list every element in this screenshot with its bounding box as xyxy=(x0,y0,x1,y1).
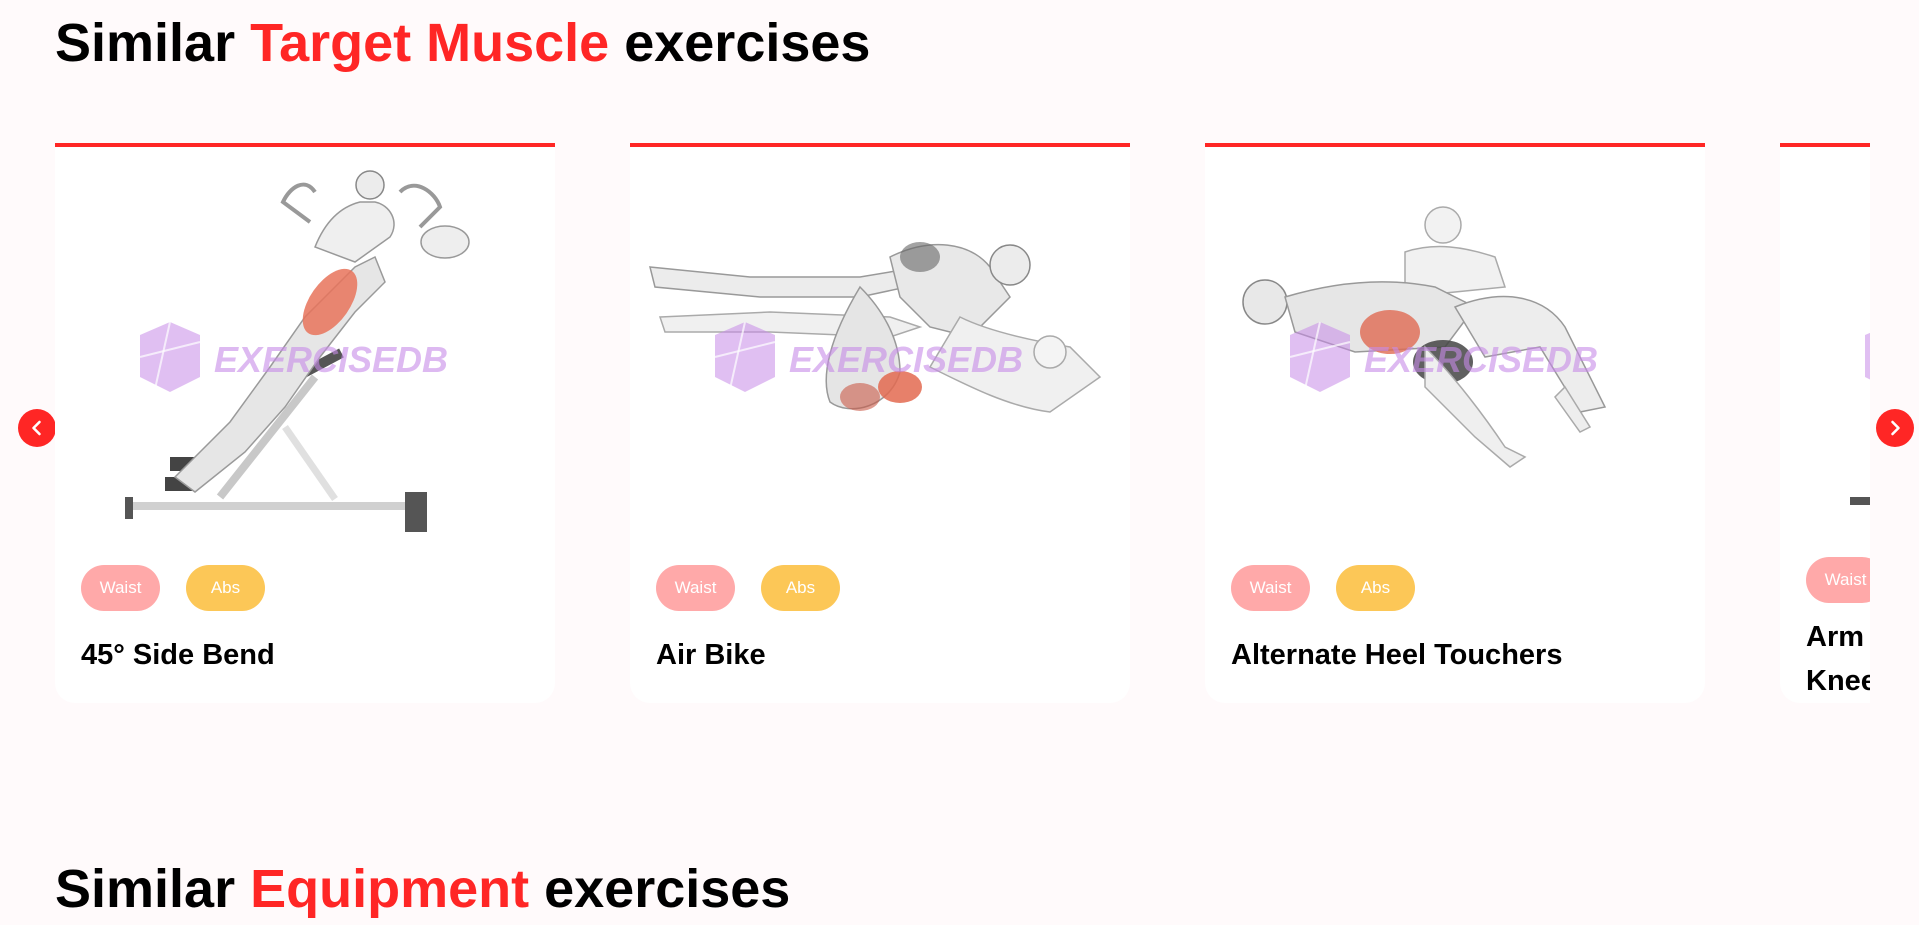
body-part-tag[interactable]: Waist xyxy=(1231,565,1310,611)
carousel-prev-button[interactable] xyxy=(18,409,56,447)
watermark-text: EXERCISEDB xyxy=(1364,339,1598,380)
exercise-name: Air Bike xyxy=(656,639,766,671)
tag-row: Waist xyxy=(1780,557,1870,603)
carousel-next-button[interactable] xyxy=(1876,409,1914,447)
tag-row: Waist Abs xyxy=(55,557,555,611)
body-part-tag[interactable]: Waist xyxy=(81,565,160,611)
target-tag[interactable]: Abs xyxy=(761,565,840,611)
target-muscle-section-title: Similar Target Muscle exercises xyxy=(55,16,870,70)
exercise-card[interactable]: EXERCISEDB Waist Arm Slide Knee xyxy=(1780,143,1870,703)
tag-row: Waist Abs xyxy=(630,557,1130,611)
exercise-card[interactable]: EXERCISEDB Waist Abs 45° Side Bend xyxy=(55,143,555,703)
target-tag[interactable]: Abs xyxy=(1336,565,1415,611)
body-part-tag[interactable]: Waist xyxy=(656,565,735,611)
title-prefix: Similar xyxy=(55,13,251,73)
exercise-card[interactable]: EXERCISEDB Waist Abs Air Bike xyxy=(630,143,1130,703)
carousel-track: EXERCISEDB Waist Abs 45° Side Bend EXERC… xyxy=(55,143,1870,703)
target-tag[interactable]: Abs xyxy=(186,565,265,611)
exercise-image: EXERCISEDB xyxy=(1780,147,1870,557)
exercise-image: EXERCISEDB xyxy=(630,147,1130,557)
watermark-text: EXERCISEDB xyxy=(789,339,1023,380)
title-prefix: Similar xyxy=(55,859,251,919)
exercise-name: Arm Slide Knee xyxy=(1806,621,1870,697)
title-suffix: exercises xyxy=(529,859,791,919)
exercisedb-watermark-icon: EXERCISEDB xyxy=(139,321,448,392)
exercisedb-watermark-icon: EXERCISEDB xyxy=(1289,321,1598,392)
tag-row: Waist Abs xyxy=(1205,557,1705,611)
title-accent: Equipment xyxy=(250,859,530,919)
chevron-right-icon xyxy=(1891,420,1900,436)
exercisedb-watermark-icon: EXERCISEDB xyxy=(714,321,1023,392)
chevron-left-icon xyxy=(32,420,41,436)
title-accent: Target Muscle xyxy=(250,13,610,73)
exercisedb-watermark-icon: EXERCISEDB xyxy=(1865,332,1870,380)
watermark-text: EXERCISEDB xyxy=(214,339,448,380)
equipment-section-title: Similar Equipment exercises xyxy=(55,862,790,916)
exercise-image: EXERCISEDB xyxy=(55,147,555,557)
body-part-tag[interactable]: Waist xyxy=(1806,557,1870,603)
exercise-image: EXERCISEDB xyxy=(1205,147,1705,557)
exercise-card[interactable]: EXERCISEDB Waist Abs Alternate Heel Touc… xyxy=(1205,143,1705,703)
exercise-name: Alternate Heel Touchers xyxy=(1231,639,1563,671)
exercise-name: 45° Side Bend xyxy=(81,639,275,671)
title-suffix: exercises xyxy=(609,13,871,73)
similar-target-carousel[interactable]: EXERCISEDB Waist Abs 45° Side Bend EXERC… xyxy=(55,143,1870,703)
